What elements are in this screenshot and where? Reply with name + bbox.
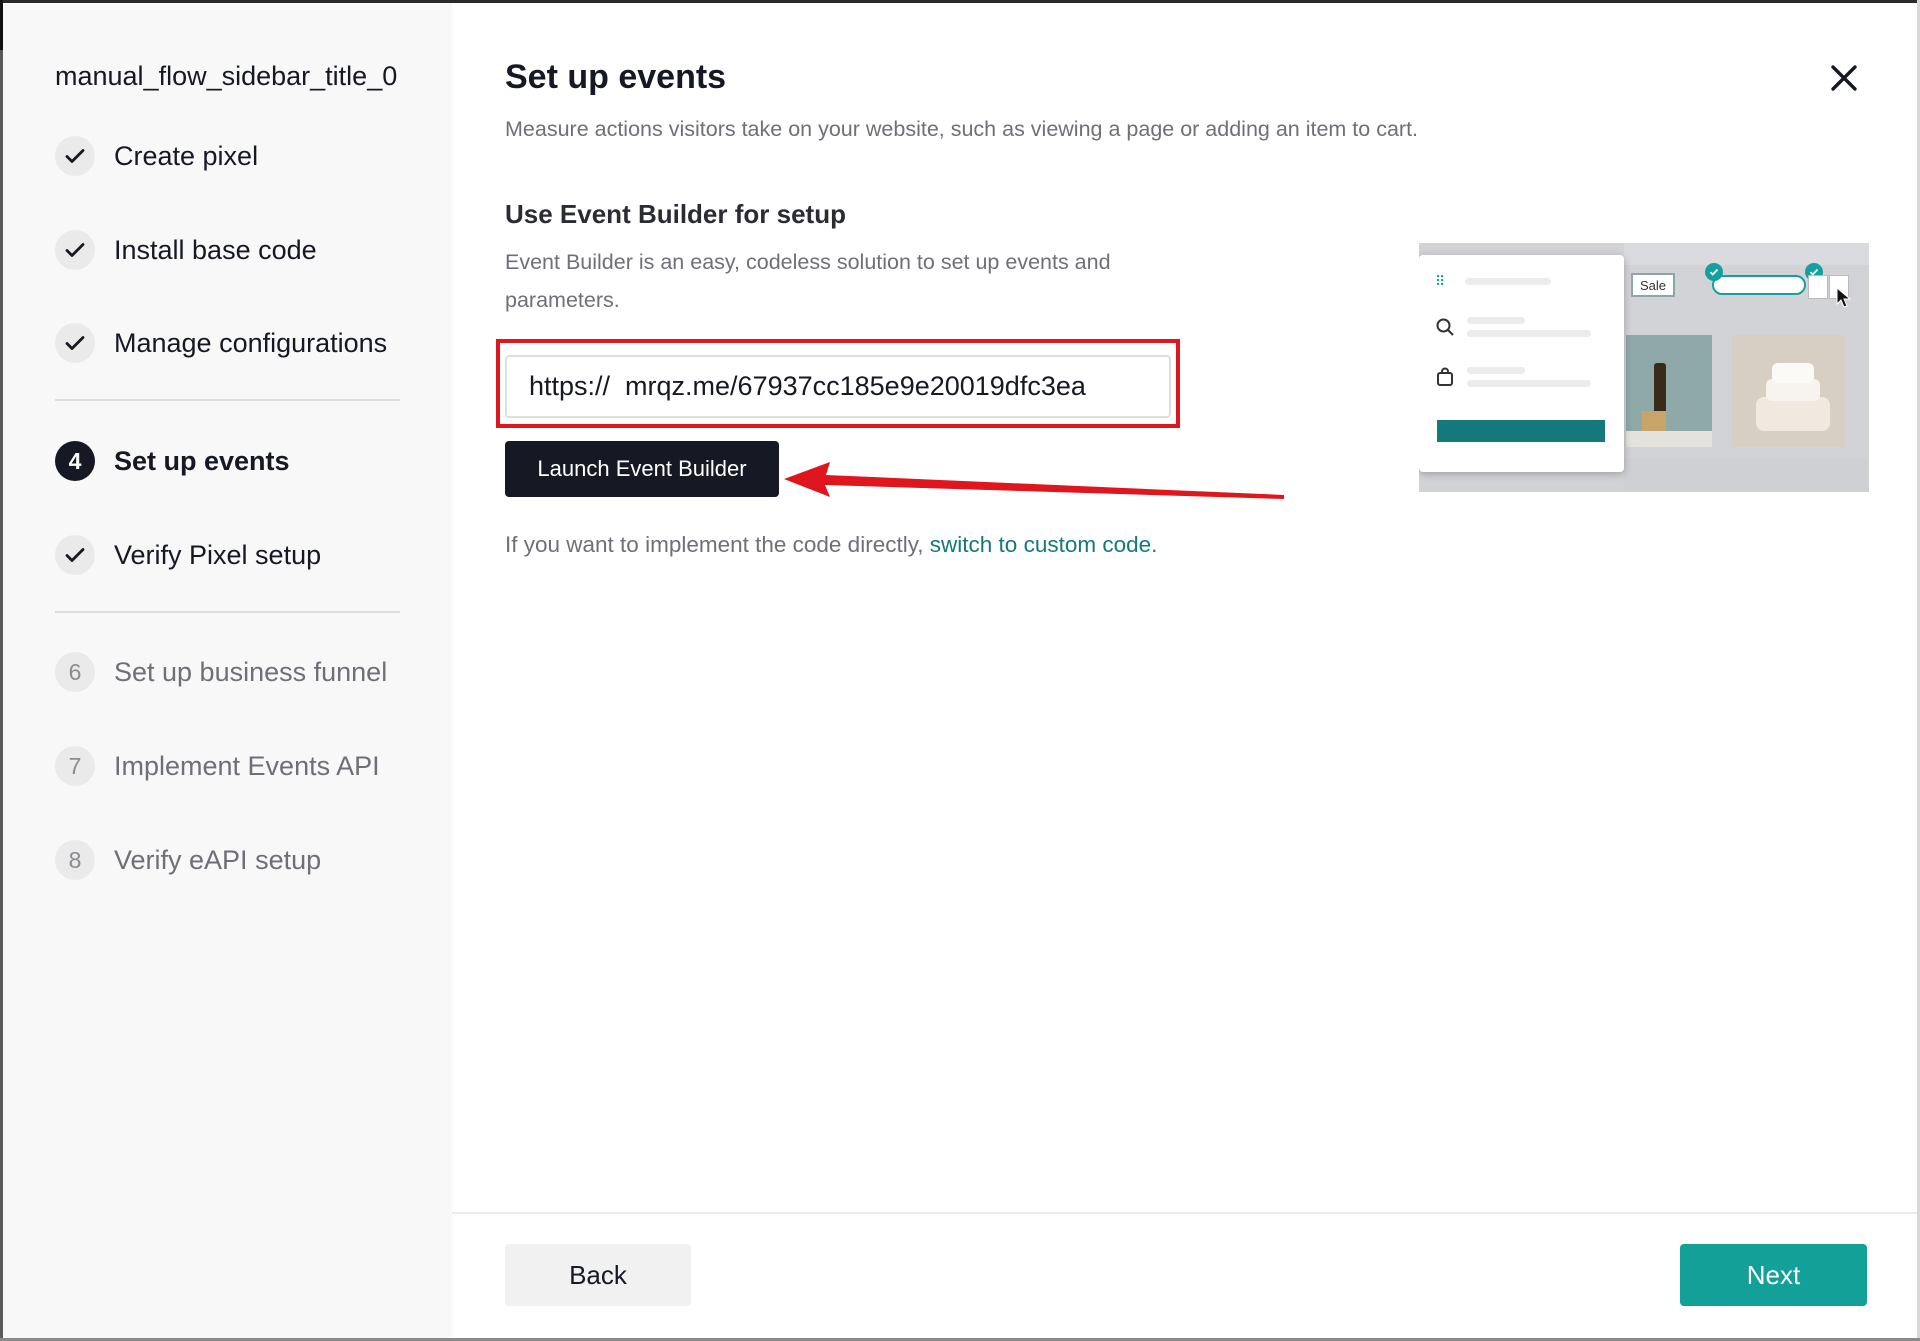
setup-sidebar: manual_flow_sidebar_title_0 Create pixel… [3,3,452,1338]
sidebar-step-label: Implement Events API [114,750,380,781]
check-icon [55,136,95,176]
custom-code-hint: If you want to implement the code direct… [505,532,1157,558]
preview-sale-tag: Sale [1631,273,1675,297]
sidebar-step-label: Verify Pixel setup [114,539,322,570]
check-icon [55,323,95,363]
sidebar-divider [55,399,400,401]
preview-browser-bar [1624,243,1869,265]
sidebar-step-events-api[interactable]: 7 Implement Events API [55,743,380,789]
sidebar-step-manage-configurations[interactable]: Manage configurations [55,320,387,366]
sidebar-step-label: Install base code [114,234,317,265]
next-button[interactable]: Next [1680,1244,1867,1306]
sidebar-title: manual_flow_sidebar_title_0 [55,61,398,91]
preview-panel-row [1435,317,1591,337]
website-url-input[interactable] [505,355,1171,418]
launch-event-builder-button[interactable]: Launch Event Builder [505,441,779,497]
custom-code-prefix: If you want to implement the code direct… [505,532,930,557]
section-title: Use Event Builder for setup [505,199,846,229]
sidebar-step-set-up-events[interactable]: 4 Set up events [55,438,290,484]
close-icon [1831,65,1857,91]
step-number-badge: 8 [55,840,95,880]
back-button[interactable]: Back [505,1244,691,1306]
step-number-badge: 6 [55,652,95,692]
switch-to-custom-code-link[interactable]: switch to custom code. [930,532,1158,557]
step-number-badge: 4 [55,441,95,481]
preview-panel-row: ⠿ [1435,273,1551,290]
page-subtitle: Measure actions visitors take on your we… [505,117,1419,141]
sidebar-step-label: Verify eAPI setup [114,844,322,875]
footer-divider [452,1212,1917,1214]
close-button[interactable] [1826,60,1862,96]
sidebar-step-verify-pixel-setup[interactable]: Verify Pixel setup [55,532,321,578]
heart-icon [1808,275,1828,299]
sidebar-step-install-base-code[interactable]: Install base code [55,227,317,273]
check-circle-icon [1705,263,1723,281]
sidebar-step-label: Set up events [114,445,290,476]
check-icon [55,535,95,575]
preview-footer-strip [1624,458,1869,492]
check-icon [55,230,95,270]
sidebar-step-create-pixel[interactable]: Create pixel [55,133,258,179]
step-number-badge: 7 [55,746,95,786]
sidebar-step-label: Manage configurations [114,327,388,358]
sidebar-divider [55,611,400,613]
annotation-arrow-icon [784,462,1284,499]
shopping-bag-icon [1437,367,1453,386]
preview-product-photo [1732,335,1845,447]
search-icon [1436,318,1454,336]
sidebar-step-verify-eapi[interactable]: 8 Verify eAPI setup [55,837,321,883]
preview-event-panel: ⠿ [1419,255,1624,472]
sidebar-step-business-funnel[interactable]: 6 Set up business funnel [55,649,387,695]
preview-panel-row [1435,367,1591,387]
page-title: Set up events [505,58,727,96]
preview-search-pill [1712,275,1806,295]
sidebar-step-label: Set up business funnel [114,656,388,687]
preview-product-photo [1626,335,1712,447]
sidebar-step-label: Create pixel [114,140,259,171]
grid-dots-icon: ⠿ [1435,273,1446,289]
preview-panel-action-bar [1437,420,1605,442]
event-builder-preview-image: ⠿ Sale [1419,243,1869,492]
cursor-icon [1836,287,1852,308]
section-description: Event Builder is an easy, codeless solut… [505,250,1111,312]
